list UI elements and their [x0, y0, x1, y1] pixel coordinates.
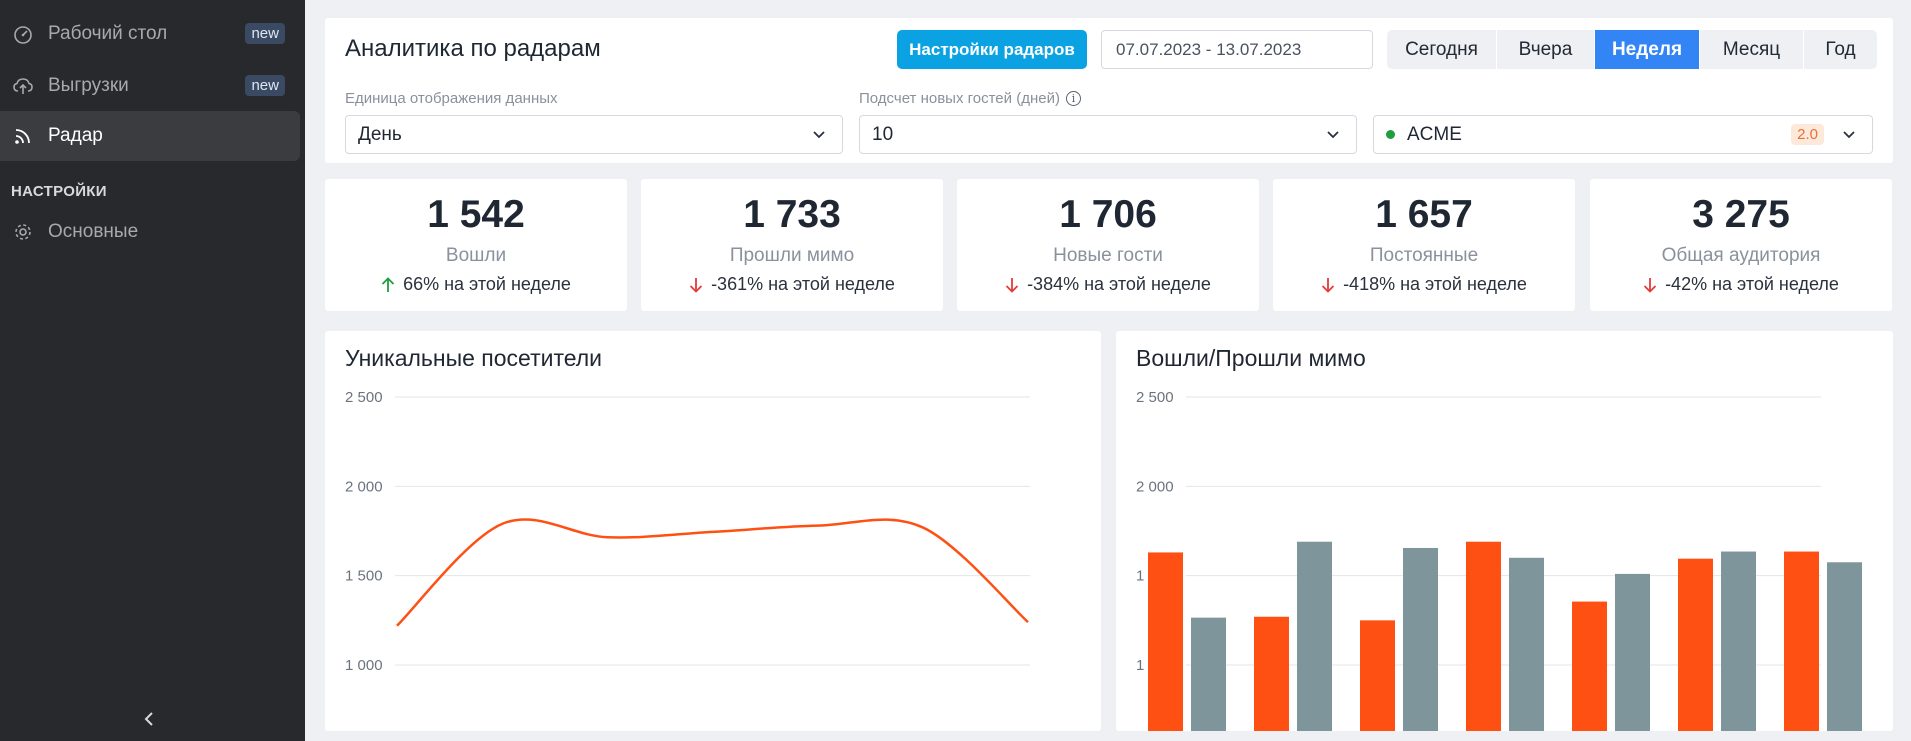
bar-entered[interactable] [1148, 552, 1183, 731]
radar-select[interactable]: ACME 2.0 [1373, 115, 1873, 154]
bar-entered[interactable] [1360, 620, 1395, 731]
stat-value: 1 733 [743, 193, 841, 236]
bar-passed-by[interactable] [1403, 547, 1438, 731]
new-badge: new [245, 75, 285, 96]
chevron-down-icon [1843, 131, 1855, 139]
y-tick-label: 1 000 [345, 657, 383, 674]
period-yesterday-button[interactable]: Вчера [1497, 30, 1595, 69]
arrow-down-icon [1643, 277, 1657, 293]
info-icon[interactable]: i [1065, 91, 1081, 106]
new-guests-label: Подсчет новых гостей (дней) i [859, 90, 1081, 107]
y-tick-label: 1 500 [345, 568, 383, 585]
header-panel: Аналитика по радарам Настройки радаров 0… [325, 18, 1893, 163]
arrow-up-icon [381, 276, 395, 292]
stat-trend: -42% на этой неделе [1590, 274, 1892, 295]
gear-icon [12, 221, 34, 243]
arrow-down-icon [1321, 277, 1335, 293]
period-week-button[interactable]: Неделя [1595, 30, 1700, 69]
collapse-sidebar-button[interactable] [139, 707, 159, 731]
date-range-input[interactable]: 07.07.2023 - 13.07.2023 [1101, 30, 1373, 69]
dashboard-gauge-icon [12, 23, 34, 45]
stat-trend-text: 66% на этой неделе [403, 274, 571, 294]
stat-card-passed-by: 1 733 Прошли мимо -361% на этой неделе [641, 179, 943, 311]
y-tick-label: 2 000 [345, 478, 383, 495]
unit-select-value: День [358, 123, 402, 145]
bar-passed-by[interactable] [1297, 541, 1332, 731]
stat-label: Вошли [445, 245, 507, 266]
stat-value: 3 275 [1692, 193, 1790, 236]
new-guests-select[interactable]: 10 [859, 115, 1357, 154]
period-selector: Сегодня Вчера Неделя Месяц Год [1387, 30, 1877, 69]
sidebar-item-exports[interactable]: Выгрузки new [0, 61, 300, 111]
cloud-upload-icon [12, 75, 34, 97]
arrow-down-icon [689, 277, 703, 293]
stat-card-entered: 1 542 Вошли 66% на этой неделе [325, 179, 627, 311]
version-badge: 2.0 [1791, 124, 1824, 145]
period-month-button[interactable]: Месяц [1700, 30, 1804, 69]
stat-label: Общая аудитория [1661, 245, 1821, 266]
radar-settings-button[interactable]: Настройки радаров [897, 30, 1087, 69]
stat-label: Новые гости [1053, 245, 1163, 266]
stat-trend: -418% на этой неделе [1273, 274, 1575, 295]
new-guests-label-text: Подсчет новых гостей (дней) [859, 90, 1060, 107]
unique-visitors-line-chart: 1 000 1 500 2 000 2 500 [345, 389, 1030, 674]
page-title: Аналитика по радарам [345, 35, 601, 62]
entered-passed-chart-panel: Вошли/Прошли мимо 1 0001 5002 0002 500 [1116, 331, 1893, 731]
bar-passed-by[interactable] [1827, 562, 1862, 731]
period-year-button[interactable]: Год [1804, 30, 1877, 69]
stat-card-new-guests: 1 706 Новые гости -384% на этой неделе [957, 179, 1259, 311]
stat-trend: -384% на этой неделе [957, 274, 1259, 295]
unit-select[interactable]: День [345, 115, 843, 154]
chevron-down-icon [1327, 131, 1339, 139]
stat-trend-text: -42% на этой неделе [1665, 274, 1839, 294]
bar-passed-by[interactable] [1721, 551, 1756, 731]
radar-select-value: ACME [1407, 123, 1462, 145]
bar-entered[interactable] [1784, 551, 1819, 731]
stat-card-total-audience: 3 275 Общая аудитория -42% на этой недел… [1590, 179, 1892, 311]
new-guests-select-value: 10 [872, 123, 894, 145]
unit-label: Единица отображения данных [345, 90, 558, 107]
sidebar-item-dashboard[interactable]: Рабочий стол new [0, 9, 300, 59]
unique-visitors-chart-panel: Уникальные посетители 1 000 1 500 2 000 2 5… [325, 331, 1101, 731]
entered-passed-bar-chart: 1 0001 5002 0002 500 [1136, 389, 1862, 731]
stat-label: Постоянные [1369, 245, 1479, 266]
y-tick-label: 2 000 [1136, 478, 1174, 495]
sidebar-item-general-settings[interactable]: Основные [0, 207, 300, 257]
sidebar-item-radar[interactable]: Радар [0, 111, 300, 161]
stat-trend: -361% на этой неделе [641, 274, 943, 295]
bar-passed-by[interactable] [1191, 617, 1226, 731]
stat-value: 1 657 [1375, 193, 1473, 236]
y-tick-label: 2 500 [1136, 389, 1174, 406]
bar-passed-by[interactable] [1615, 573, 1650, 731]
stat-label: Прошли мимо [729, 245, 855, 266]
sidebar-item-label: Рабочий стол [48, 23, 168, 44]
stat-value: 1 706 [1059, 193, 1157, 236]
period-today-button[interactable]: Сегодня [1387, 30, 1497, 69]
bar-passed-by[interactable] [1509, 557, 1544, 731]
bar-entered[interactable] [1678, 558, 1713, 731]
y-tick-label: 2 500 [345, 389, 383, 406]
bar-entered[interactable] [1254, 616, 1289, 731]
stat-trend-text: -418% на этой неделе [1343, 274, 1527, 294]
series-line [396, 518, 1029, 627]
stat-trend-text: -384% на этой неделе [1027, 274, 1211, 294]
sidebar-item-label: Радар [48, 125, 103, 146]
bar-entered[interactable] [1466, 541, 1501, 731]
sidebar: Рабочий стол new Выгрузки new Радар НАСТ… [0, 0, 305, 741]
online-status-dot [1386, 130, 1395, 139]
stat-value: 1 542 [427, 193, 525, 236]
sidebar-item-label: Основные [48, 221, 139, 242]
arrow-down-icon [1005, 277, 1019, 293]
stat-trend: 66% на этой неделе [325, 274, 627, 295]
stat-card-regulars: 1 657 Постоянные -418% на этой неделе [1273, 179, 1575, 311]
settings-section-title: НАСТРОЙКИ [11, 183, 107, 200]
stat-trend-text: -361% на этой неделе [711, 274, 895, 294]
bar-entered[interactable] [1572, 601, 1607, 731]
unit-label-text: Единица отображения данных [345, 90, 558, 107]
chevron-down-icon [813, 131, 825, 139]
chevron-left-icon [144, 712, 153, 726]
sidebar-item-label: Выгрузки [48, 75, 129, 96]
radar-signal-icon [12, 125, 34, 147]
new-badge: new [245, 23, 285, 44]
